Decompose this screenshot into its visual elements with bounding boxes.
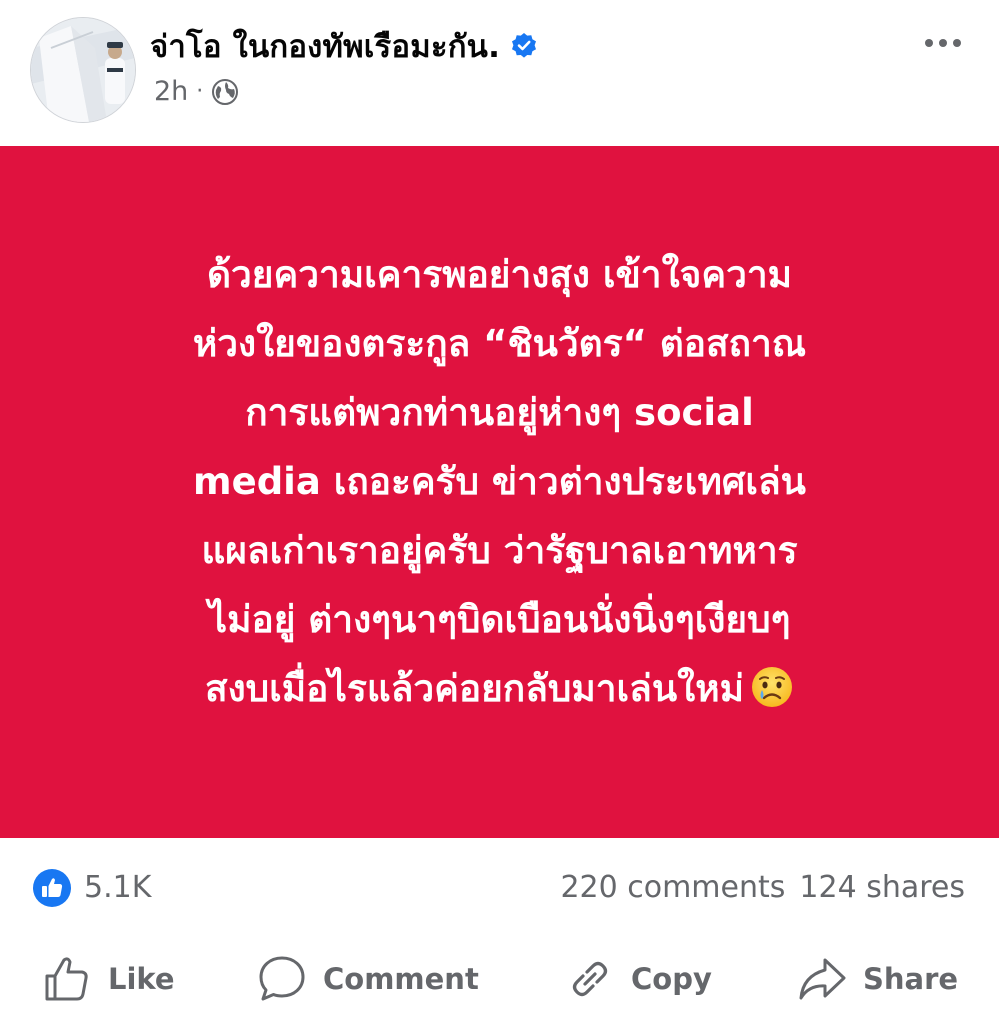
post-line-last: สงบเมื่อไรแล้วค่อยกลับมาเล่นใหม่ <box>70 654 930 723</box>
post-line: ไม่อยู่ ต่างๆนาๆบิดเบือนนั่งนิ่งๆเงียบๆ <box>208 597 791 641</box>
like-button[interactable]: Like <box>42 944 175 1014</box>
post-header: จ่าโอ ในกองทัพเรือมะกัน. 2h · <box>0 0 999 145</box>
comments-shares-counts: 220 comments 124 shares <box>560 870 965 905</box>
post-line: แผลเก่าเราอยู่ครับ ว่ารัฐบาลเอาทหาร <box>201 528 798 572</box>
globe-icon[interactable] <box>211 78 239 106</box>
comment-label: Comment <box>323 962 479 996</box>
post-timestamp[interactable]: 2h <box>154 76 188 107</box>
verified-badge-icon <box>512 33 537 58</box>
like-reaction-icon[interactable] <box>32 868 72 908</box>
more-options-button[interactable] <box>914 26 972 60</box>
action-bar: Like Comment Copy Share <box>0 944 999 1014</box>
share-arrow-icon <box>799 958 846 1000</box>
share-label: Share <box>863 962 959 996</box>
like-label: Like <box>108 962 175 996</box>
copy-link-button[interactable]: Copy <box>565 944 712 1014</box>
post-line: ด้วยความเคารพอย่างสุง เข้าใจความ <box>206 252 793 296</box>
more-horizontal-icon <box>925 39 933 47</box>
post-body: ด้วยความเคารพอย่างสุง เข้าใจความ ห่วงใยข… <box>70 240 930 723</box>
comment-bubble-icon <box>259 956 305 1001</box>
author-name[interactable]: จ่าโอ ในกองทัพเรือมะกัน. <box>150 21 500 71</box>
link-chain-icon <box>572 961 608 997</box>
author-avatar[interactable] <box>30 17 136 123</box>
thumbs-up-icon <box>45 957 88 1001</box>
reaction-count[interactable]: 5.1K <box>84 870 151 905</box>
post-line: การแต่พวกท่านอยู่ห่างๆ social <box>245 390 754 434</box>
post-line: สงบเมื่อไรแล้วค่อยกลับมาเล่นใหม่ <box>204 666 744 710</box>
share-button[interactable]: Share <box>797 944 958 1014</box>
engagement-stats: 5.1K 220 comments 124 shares <box>0 862 999 914</box>
author-row: จ่าโอ ในกองทัพเรือมะกัน. <box>150 24 538 68</box>
share-count[interactable]: 124 shares <box>799 870 965 905</box>
post-text-card[interactable]: ด้วยความเคารพอย่างสุง เข้าใจความ ห่วงใยข… <box>0 146 999 838</box>
comment-count[interactable]: 220 comments <box>560 870 785 905</box>
copy-label: Copy <box>631 962 712 996</box>
post-line: ห่วงใยของตระกูล “ชินวัตร“ ต่อสถาณ <box>192 321 807 365</box>
crying-face-emoji-icon <box>752 666 792 707</box>
post-meta: 2h · <box>154 76 239 107</box>
comment-button[interactable]: Comment <box>257 944 479 1014</box>
post-line: media เถอะครับ ข่าวต่างประเทศเล่น <box>193 459 806 503</box>
meta-separator: · <box>196 79 204 104</box>
